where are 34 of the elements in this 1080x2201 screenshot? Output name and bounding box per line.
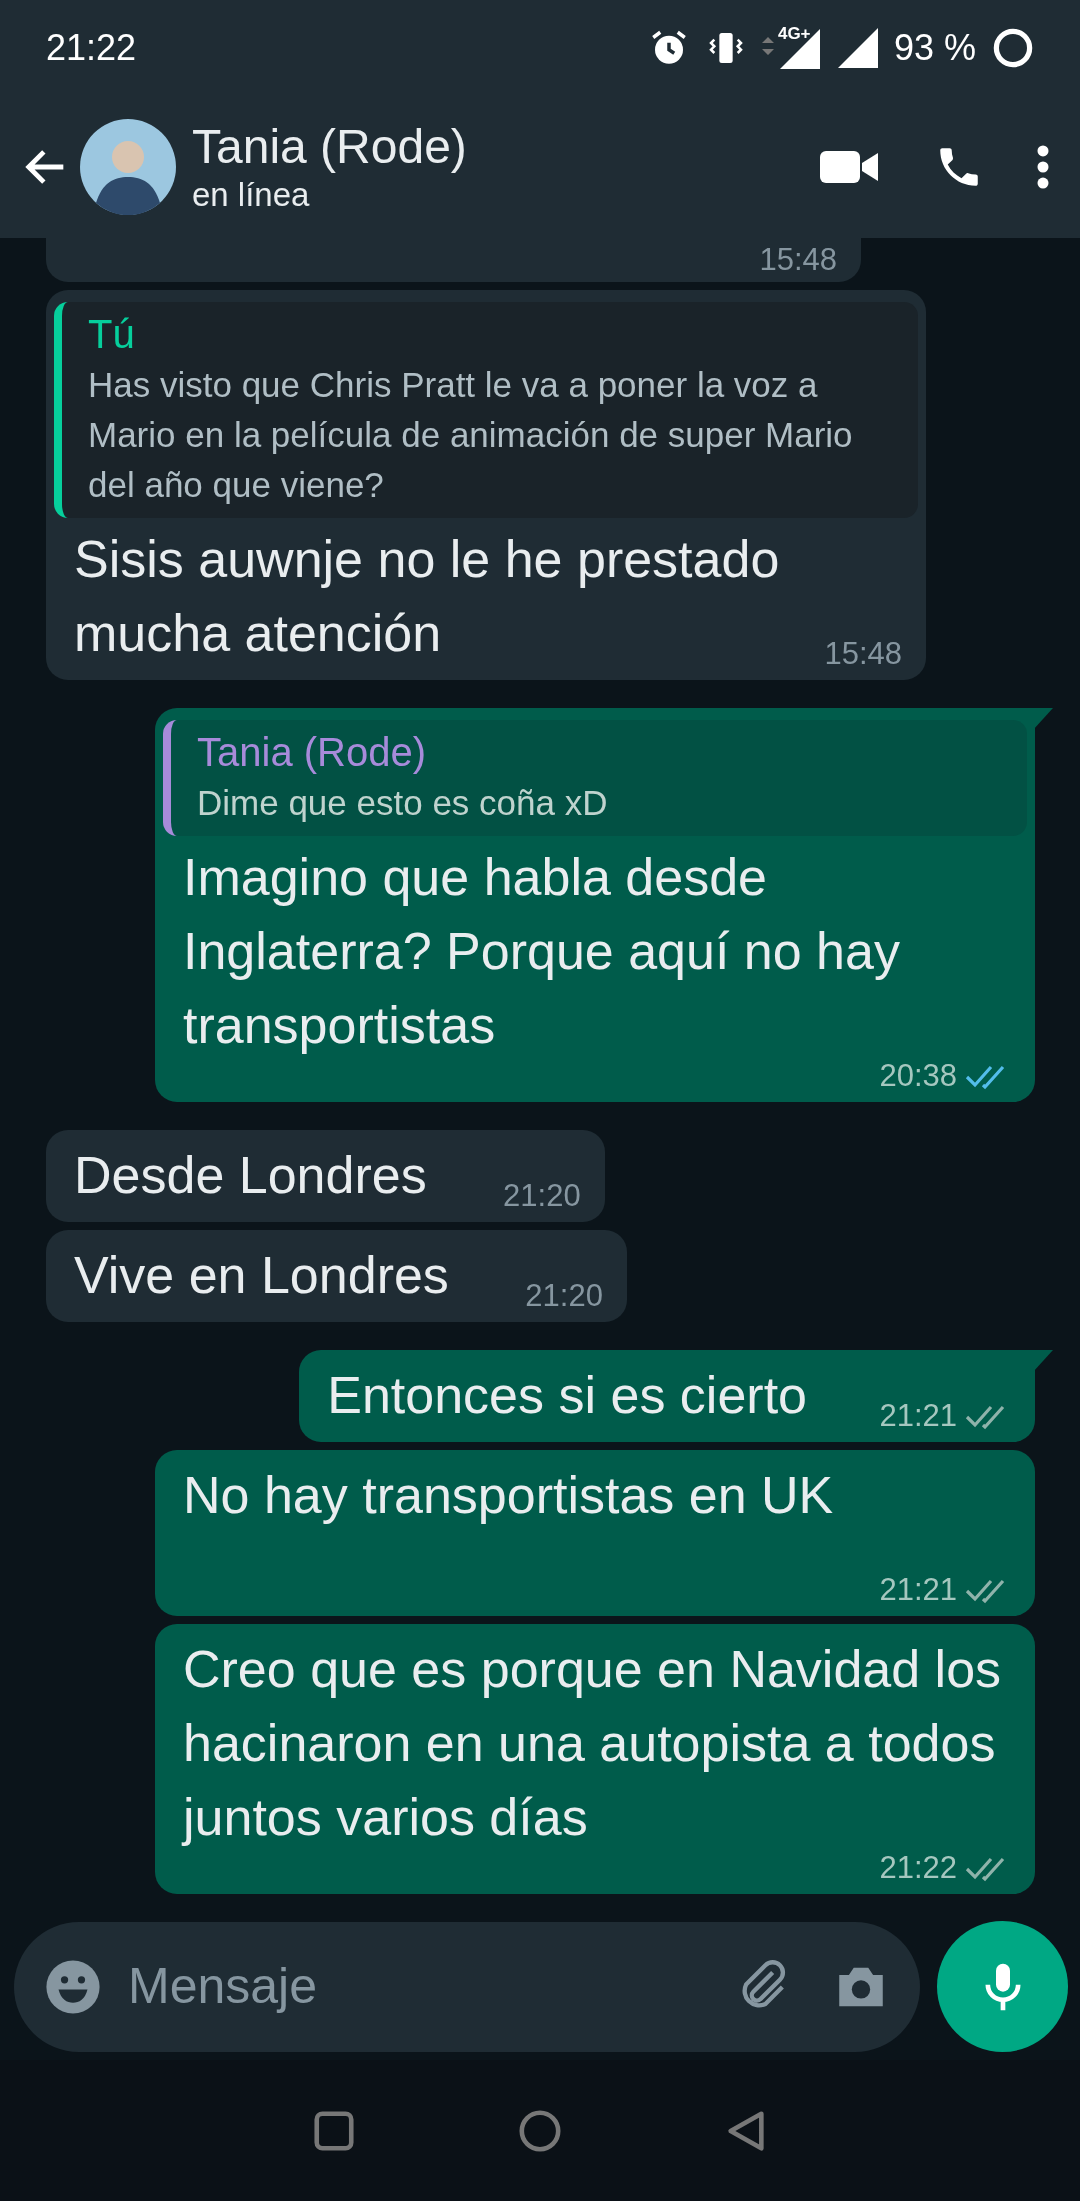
contact-name[interactable]: Tania (Rode) <box>192 118 467 175</box>
network-type: 4G+ <box>777 24 811 42</box>
quoted-message[interactable]: Tania (Rode) Dime que esto es coña xD <box>163 720 1027 836</box>
contact-status: en línea <box>192 174 311 215</box>
message-text: No hay transportistas en UK <box>183 1466 834 1524</box>
message-field[interactable]: Mensaje <box>126 1948 710 2025</box>
quote-author: Tania (Rode) <box>197 729 427 776</box>
message-text: Vive en Londres <box>74 1246 449 1304</box>
message-time: 21:22 <box>879 1849 957 1887</box>
quote-author: Tú <box>88 311 136 358</box>
message-time: 15:48 <box>759 241 837 279</box>
message-input[interactable]: Mensaje <box>14 1921 920 2052</box>
message-bubble[interactable]: Creo que es porque en Navidad los hacinaron en una autopista a todos juntos varios días 21:22 <box>155 1624 1035 1894</box>
message-bubble[interactable]: Desde Londres 21:20 <box>46 1130 605 1222</box>
battery-level: 93 % <box>893 25 976 70</box>
quote-text: Has visto que Chris Pratt le va a poner la voz a Mario en la película de animación de super Mario del año que viene? <box>88 364 854 506</box>
message-time: 21:21 <box>879 1397 957 1435</box>
message-time: 20:38 <box>879 1057 957 1095</box>
message-bubble[interactable]: Tú Has visto que Chris Pratt le va a poner la voz a Mario en la película de animación de super Mario del año que viene? Sisis auwnje no le he prestado mucha atención 15:48 <box>46 290 926 680</box>
message-text: Creo que es porque en Navidad los hacinaron en una autopista a todos juntos varios días <box>183 1640 1002 1846</box>
message-bubble[interactable]: Vive en Londres 21:20 <box>46 1230 627 1322</box>
message-bubble[interactable]: No hay transportistas en UK 21:21 <box>155 1450 1035 1616</box>
message-bubble[interactable]: 15:48 <box>46 238 861 282</box>
message-time: 21:20 <box>503 1177 581 1215</box>
message-text: Sisis auwnje no le he prestado mucha atención <box>74 530 780 662</box>
quote-text: Dime que esto es coña xD <box>197 782 609 824</box>
message-text: Imagino que habla desde Inglaterra? Porque aquí no hay transportistas <box>183 848 900 1054</box>
quoted-message[interactable]: Tú Has visto que Chris Pratt le va a poner la voz a Mario en la película de animación de super Mario del año que viene? <box>54 302 918 518</box>
message-text: Desde Londres <box>74 1146 427 1204</box>
message-time: 21:21 <box>879 1571 957 1609</box>
message-time: 21:20 <box>525 1277 603 1315</box>
message-text: Entonces si es cierto <box>327 1366 807 1424</box>
message-time: 15:48 <box>824 635 902 673</box>
clock-time: 21:22 <box>46 25 137 70</box>
